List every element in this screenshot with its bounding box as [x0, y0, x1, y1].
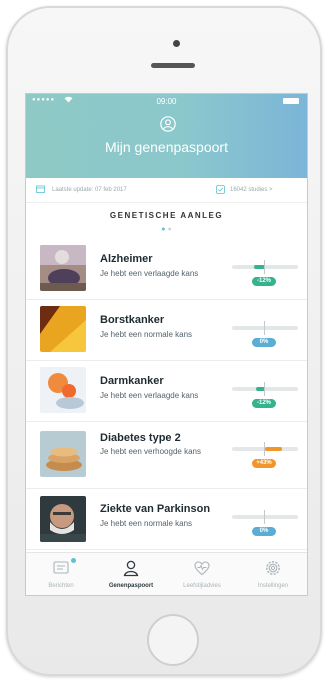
section-title: GENETISCHE AANLEG: [109, 211, 224, 220]
risk-badge: +43%: [252, 459, 276, 468]
risk-gauge: [232, 510, 298, 524]
tab-bar: Berichten Genenpaspoort Leefstijladvies …: [26, 552, 307, 595]
tab-leefstijladvies[interactable]: Leefstijladvies: [167, 553, 237, 595]
app-screen: ●●●●● 09:00 Mijn genenpaspoort Laatste u…: [25, 93, 308, 596]
condition-name: Ziekte van Parkinson: [100, 503, 211, 515]
app-header: ●●●●● 09:00 Mijn genenpaspoort: [26, 94, 307, 178]
condition-row-diabetes[interactable]: Diabetes type 2 Je hebt een verhoogde ka…: [26, 422, 307, 489]
condition-name: Alzheimer: [100, 253, 153, 265]
condition-name: Darmkanker: [100, 375, 164, 387]
home-button[interactable]: [147, 614, 199, 666]
heart-icon: [194, 561, 210, 576]
risk-description: Je hebt een verhoogde kans: [100, 447, 201, 456]
diabetes-thumbnail: [40, 431, 86, 477]
gear-icon: [266, 561, 280, 575]
calendar-icon: [36, 185, 45, 193]
tab-label: Berichten: [48, 583, 74, 589]
tab-label: Leefstijladvies: [183, 583, 221, 589]
risk-badge: 0%: [252, 338, 276, 347]
earpiece-speaker: [151, 63, 195, 68]
page-indicator[interactable]: ● ●: [26, 226, 307, 233]
page-dot-active: ●: [161, 226, 166, 233]
tab-berichten[interactable]: Berichten: [26, 553, 96, 595]
condition-row-darmkanker[interactable]: Darmkanker Je hebt een verlaagde kans -1…: [26, 361, 307, 422]
risk-badge: -12%: [252, 399, 276, 408]
condition-row-parkinson[interactable]: Ziekte van Parkinson Je hebt een normale…: [26, 489, 307, 550]
condition-row-alzheimer[interactable]: Alzheimer Je hebt een verlaagde kans -12…: [26, 239, 307, 300]
risk-description: Je hebt een verlaagde kans: [100, 391, 199, 400]
studies-link[interactable]: 16042 studies >: [230, 187, 273, 193]
person-icon: [123, 560, 139, 577]
borstkanker-thumbnail: [40, 306, 86, 352]
condition-name: Diabetes type 2: [100, 432, 181, 444]
condition-row-borstkanker[interactable]: Borstkanker Je hebt een normale kans 0%: [26, 300, 307, 361]
risk-gauge: [232, 382, 298, 396]
risk-gauge: [232, 321, 298, 335]
status-time: 09:00: [156, 97, 177, 106]
battery-icon: [283, 98, 299, 104]
alzheimer-thumbnail: [40, 245, 86, 291]
risk-badge: 0%: [252, 527, 276, 536]
tab-label: Genenpaspoort: [108, 583, 154, 589]
notification-dot: [71, 558, 76, 563]
tab-instellingen[interactable]: Instellingen: [238, 553, 307, 595]
page-title: Mijn genenpaspoort: [105, 139, 228, 155]
front-camera: [173, 40, 180, 47]
risk-description: Je hebt een normale kans: [100, 519, 193, 528]
page-dot: ●: [167, 226, 172, 233]
info-bar: Laatste update: 07 feb 2017 16042 studie…: [26, 178, 307, 203]
check-circle-icon: [216, 185, 225, 194]
tab-label: Instellingen: [257, 583, 289, 589]
parkinson-thumbnail: [40, 496, 86, 542]
last-update-text: Laatste update: 07 feb 2017: [52, 187, 127, 193]
risk-description: Je hebt een normale kans: [100, 330, 193, 339]
risk-gauge: [232, 442, 298, 456]
user-profile-icon: [160, 116, 176, 132]
tab-genenpaspoort[interactable]: Genenpaspoort: [96, 553, 166, 595]
message-icon: [53, 561, 69, 574]
condition-name: Borstkanker: [100, 314, 165, 326]
risk-badge: -12%: [252, 277, 276, 286]
risk-gauge: [232, 260, 298, 274]
risk-description: Je hebt een verlaagde kans: [100, 269, 199, 278]
status-bar: ●●●●● 09:00: [26, 94, 307, 110]
darmkanker-thumbnail: [40, 367, 86, 413]
